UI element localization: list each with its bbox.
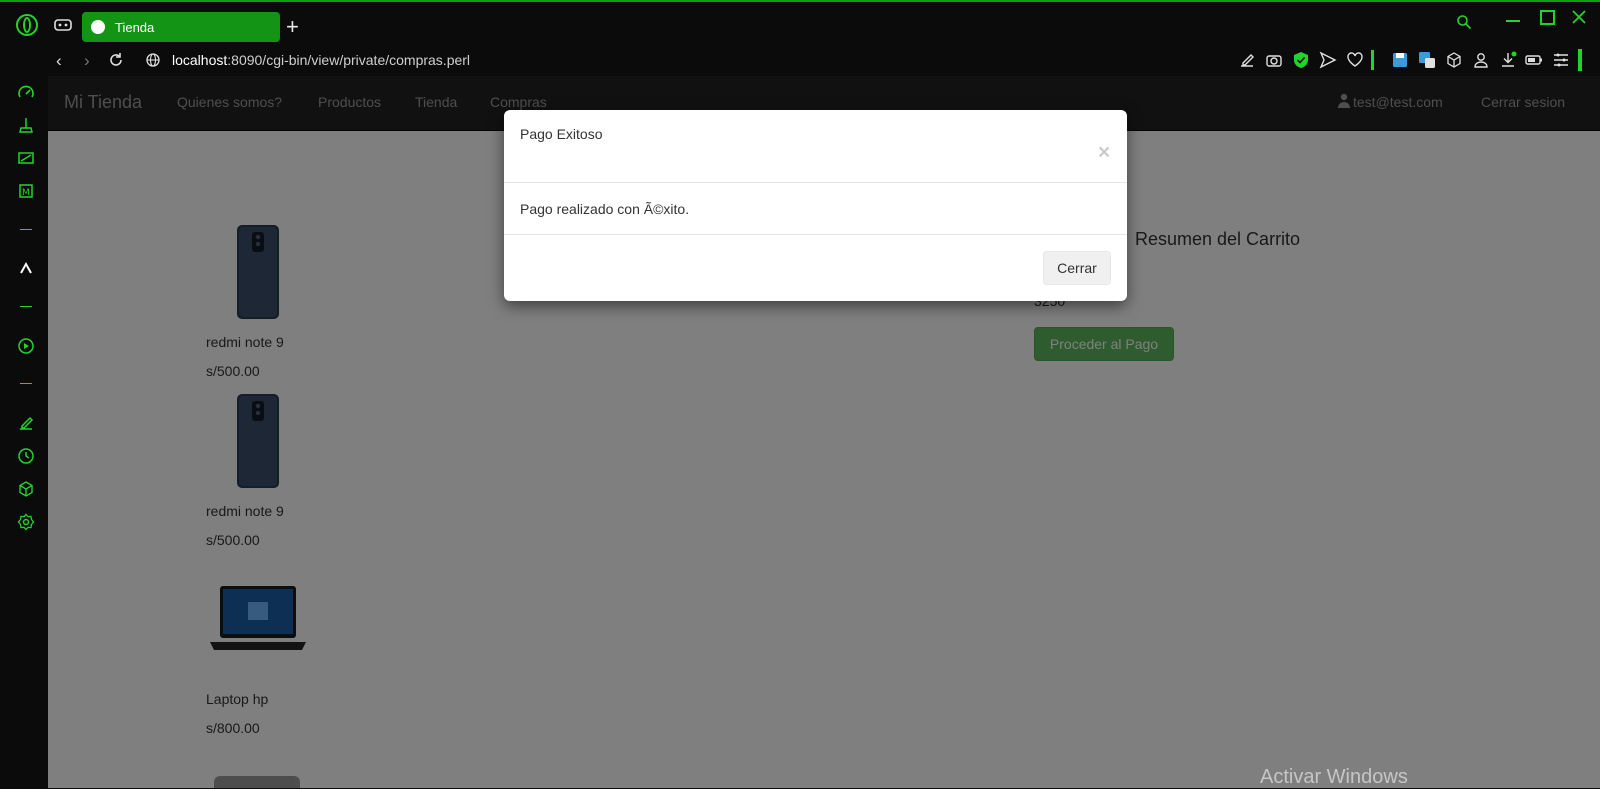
history-icon[interactable]: [17, 447, 35, 465]
back-icon[interactable]: ‹: [56, 51, 62, 71]
sidebar-toggle-icon[interactable]: [1578, 49, 1582, 71]
modal-title: Pago Exitoso: [520, 126, 603, 142]
url-path: :8090/cgi-bin/view/private/compras.perl: [227, 52, 471, 68]
download-icon[interactable]: [1499, 51, 1517, 69]
shield-icon[interactable]: [1292, 51, 1310, 69]
sidebar-divider: [20, 383, 32, 384]
battery-icon[interactable]: [1525, 51, 1543, 69]
sidebar-divider: [20, 229, 32, 230]
profile-icon[interactable]: [1472, 51, 1490, 69]
close-window-icon[interactable]: [1572, 10, 1586, 24]
site-info-icon[interactable]: [146, 53, 160, 67]
sidebar-divider: [20, 306, 32, 307]
forward-icon[interactable]: ›: [84, 51, 90, 71]
camera-icon[interactable]: [1265, 51, 1283, 69]
save-icon[interactable]: [1391, 51, 1409, 69]
cube-icon[interactable]: [1445, 51, 1463, 69]
modal-body-text: Pago realizado con Ã©xito.: [520, 201, 690, 217]
modal-footer-divider: [504, 234, 1127, 235]
globe-icon: [91, 20, 105, 34]
maximize-icon[interactable]: [1540, 10, 1555, 25]
settings-icon[interactable]: [17, 513, 35, 531]
ram-limiter-icon[interactable]: M: [17, 182, 35, 200]
url-host: localhost: [172, 52, 228, 68]
translate-icon[interactable]: [1418, 51, 1436, 69]
cpu-limiter-icon[interactable]: [17, 149, 35, 167]
minimize-icon[interactable]: [1506, 20, 1520, 22]
tab-title: Tienda: [115, 20, 155, 35]
modal-close-icon[interactable]: ×: [1098, 142, 1110, 163]
edit-icon[interactable]: [1238, 51, 1256, 69]
windows-activation-watermark: Activar Windows: [1260, 766, 1408, 788]
browser-sidebar: M: [0, 76, 48, 788]
cleaner-icon[interactable]: [17, 116, 35, 134]
tab-bar: Tienda +: [0, 2, 1600, 46]
pinboard-icon[interactable]: [17, 414, 35, 432]
divider-icon: [1371, 50, 1374, 70]
modal-header-divider: [504, 182, 1127, 183]
player-icon[interactable]: [17, 337, 35, 355]
send-icon[interactable]: [1319, 51, 1337, 69]
aria-icon[interactable]: [17, 259, 35, 277]
new-tab-button[interactable]: +: [286, 16, 299, 38]
speed-dial-icon[interactable]: [17, 84, 35, 102]
search-icon[interactable]: [1456, 14, 1472, 30]
address-bar: ‹ › localhost:8090/cgi-bin/view/private/…: [48, 46, 1600, 76]
url-field[interactable]: localhost:8090/cgi-bin/view/private/comp…: [172, 52, 470, 68]
heart-icon[interactable]: [1346, 51, 1364, 69]
reload-icon[interactable]: [108, 52, 124, 68]
payment-success-modal: Pago Exitoso × Pago realizado con Ã©xito…: [504, 110, 1127, 301]
opera-menu-icon[interactable]: [16, 14, 38, 36]
svg-text:M: M: [22, 188, 30, 198]
tab-tienda[interactable]: Tienda: [82, 12, 280, 42]
easy-setup-icon[interactable]: [1552, 51, 1570, 69]
extensions-icon[interactable]: [17, 480, 35, 498]
gx-controls-icon[interactable]: [54, 18, 72, 32]
modal-close-button[interactable]: Cerrar: [1043, 251, 1111, 285]
